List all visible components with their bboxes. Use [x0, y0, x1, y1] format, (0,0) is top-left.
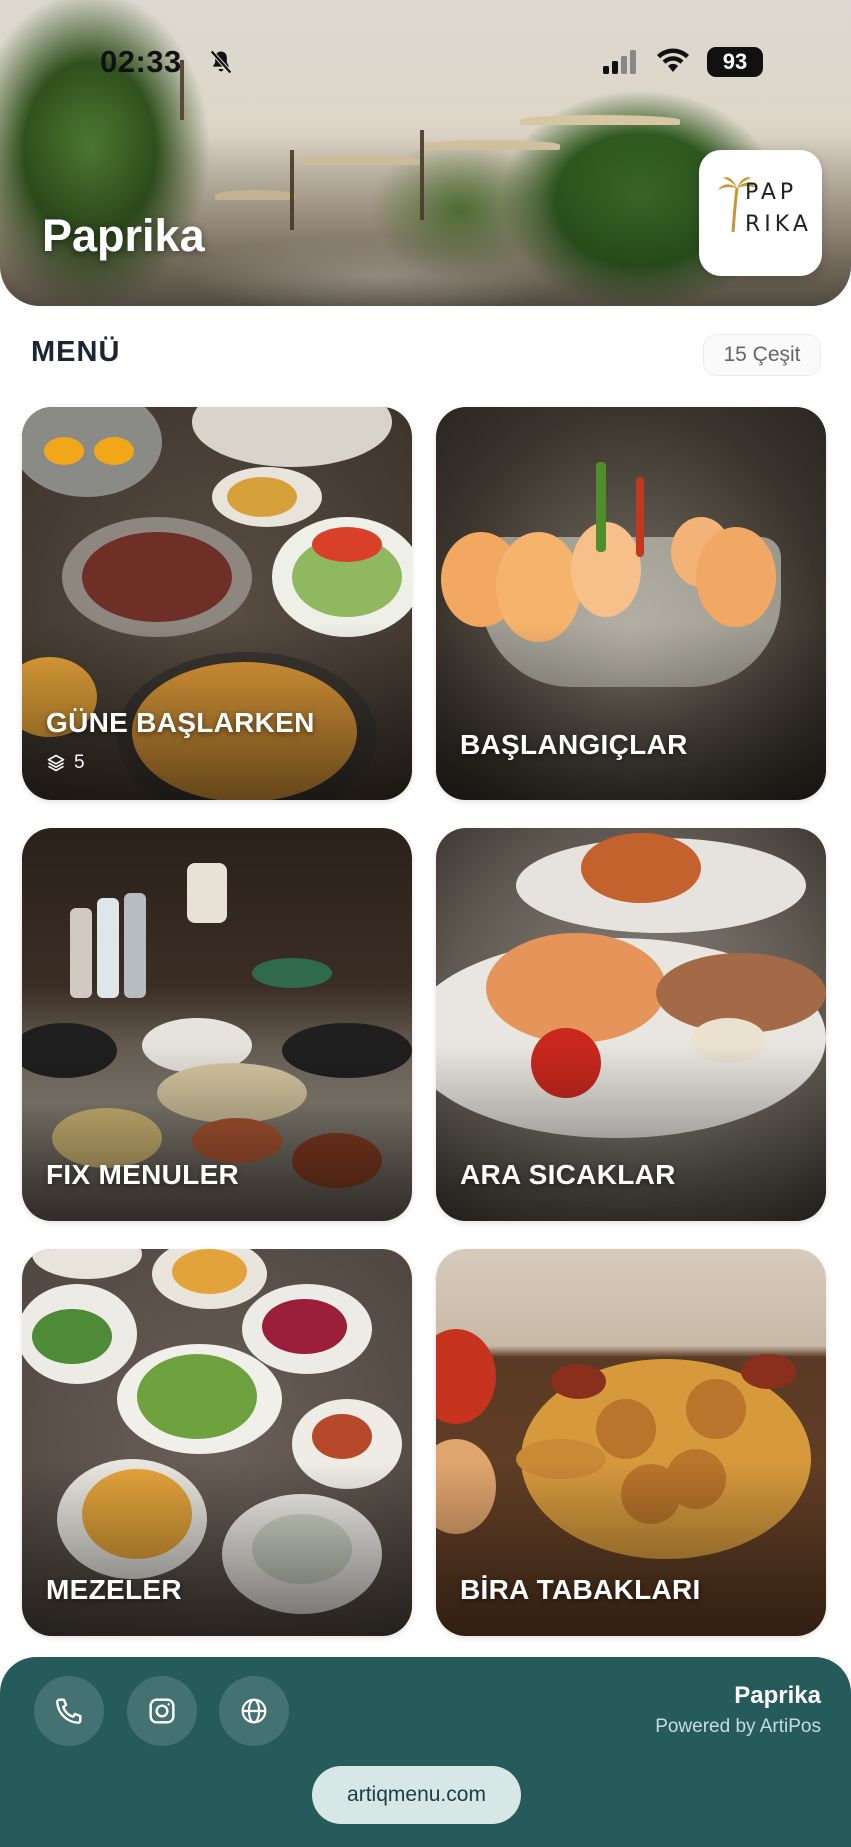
logo-text: RIKA: [745, 212, 812, 237]
website-button[interactable]: [219, 1676, 289, 1746]
phone-icon: [56, 1698, 82, 1724]
restaurant-title: Paprika: [42, 210, 205, 261]
globe-icon: [241, 1698, 267, 1724]
category-label: BAŞLANGIÇLAR: [460, 729, 688, 760]
category-label: FIX MENULER: [46, 1159, 240, 1190]
hero-banner: 02:33 93 Paprika PAP RIKA: [0, 0, 851, 306]
status-time: 02:33: [100, 44, 182, 79]
category-card-gune-baslarken[interactable]: GÜNE BAŞLARKEN 5: [22, 407, 412, 800]
category-card-ara-sicaklar[interactable]: ARA SICAKLAR: [436, 828, 826, 1221]
category-card-baslangiclar[interactable]: BAŞLANGIÇLAR: [436, 407, 826, 800]
phone-button[interactable]: [34, 1676, 104, 1746]
wifi-icon: [657, 48, 689, 72]
category-label: GÜNE BAŞLARKEN: [46, 707, 315, 738]
category-label: BİRA TABAKLARI: [460, 1574, 701, 1605]
instagram-icon: [149, 1698, 175, 1724]
category-card-mezeler[interactable]: MEZELER: [22, 1249, 412, 1636]
subcategory-count-value: 5: [74, 752, 85, 773]
signal-icon: [603, 50, 636, 74]
bell-muted-icon: [210, 50, 232, 74]
category-card-bira-tabaklari[interactable]: BİRA TABAKLARI: [436, 1249, 826, 1636]
item-count-badge: 15 Çeşit: [703, 334, 821, 376]
logo-text: PAP: [745, 180, 798, 205]
powered-by-text: Powered by ArtiPos: [655, 1716, 821, 1737]
category-label: ARA SICAKLAR: [460, 1159, 676, 1190]
footer-brand-name: Paprika: [734, 1682, 821, 1709]
domain-link[interactable]: artiqmenu.com: [312, 1766, 521, 1824]
restaurant-logo: PAP RIKA: [699, 150, 822, 276]
category-label: MEZELER: [46, 1574, 182, 1605]
battery-indicator: 93: [707, 47, 763, 77]
subcategory-count: 5: [46, 752, 85, 774]
instagram-button[interactable]: [127, 1676, 197, 1746]
card-shade: [22, 407, 412, 800]
category-card-fix-menuler[interactable]: FIX MENULER: [22, 828, 412, 1221]
menu-section-title: MENÜ: [31, 336, 121, 368]
layers-icon: [47, 754, 65, 772]
